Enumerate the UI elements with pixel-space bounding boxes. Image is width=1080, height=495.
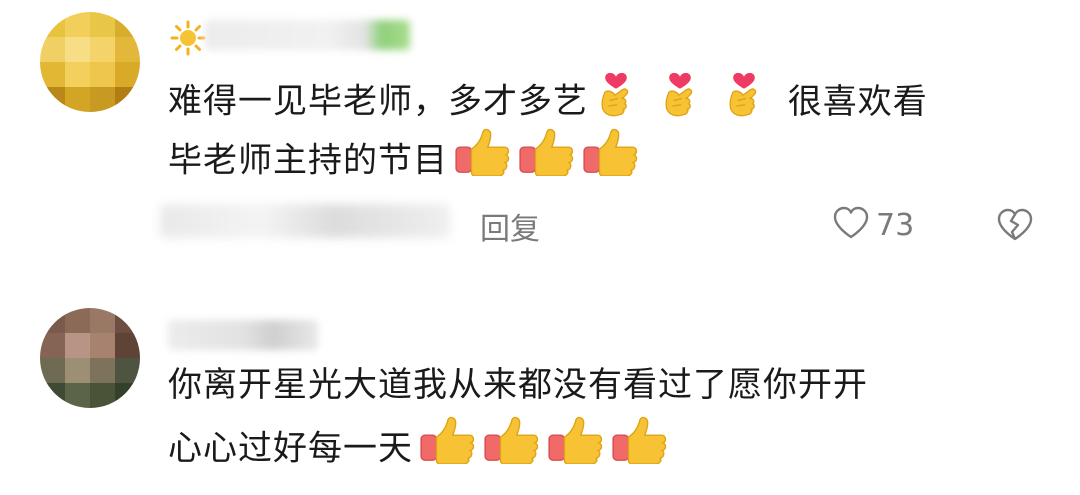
- avatar[interactable]: [40, 308, 140, 408]
- like-button[interactable]: 73: [832, 206, 914, 244]
- avatar[interactable]: [40, 12, 140, 112]
- thumbs-up-icon: [611, 416, 669, 484]
- broken-heart-icon[interactable]: [996, 208, 1034, 246]
- comment-item: 难得一见毕老师，多才多艺 很喜欢看 毕老师主持的节目 回复 73: [0, 0, 1080, 260]
- thumbs-up-icon: [547, 416, 605, 484]
- comment-text: 难得一见毕老师，多才多艺 很喜欢看 毕老师主持的节目: [168, 66, 928, 190]
- finger-heart-icon: [658, 66, 702, 140]
- comment-meta: [160, 204, 450, 238]
- finger-heart-icon: [722, 66, 766, 140]
- comment-item: 你离开星光大道我从来都没有看过了愿你开开 心心过好每一天: [0, 290, 1080, 495]
- username[interactable]: [205, 20, 410, 50]
- thumbs-up-icon: [582, 128, 640, 196]
- reply-button[interactable]: 回复: [480, 204, 540, 248]
- thumbs-up-icon: [518, 128, 576, 196]
- thumbs-up-icon: [483, 416, 541, 484]
- comment-text: 你离开星光大道我从来都没有看过了愿你开开 心心过好每一天: [168, 354, 868, 478]
- like-count: 73: [876, 207, 915, 243]
- username[interactable]: [168, 320, 318, 350]
- thumbs-up-icon: [419, 416, 477, 484]
- heart-outline-icon: [832, 206, 870, 244]
- thumbs-up-icon: [454, 128, 512, 196]
- sun-icon: [170, 20, 206, 60]
